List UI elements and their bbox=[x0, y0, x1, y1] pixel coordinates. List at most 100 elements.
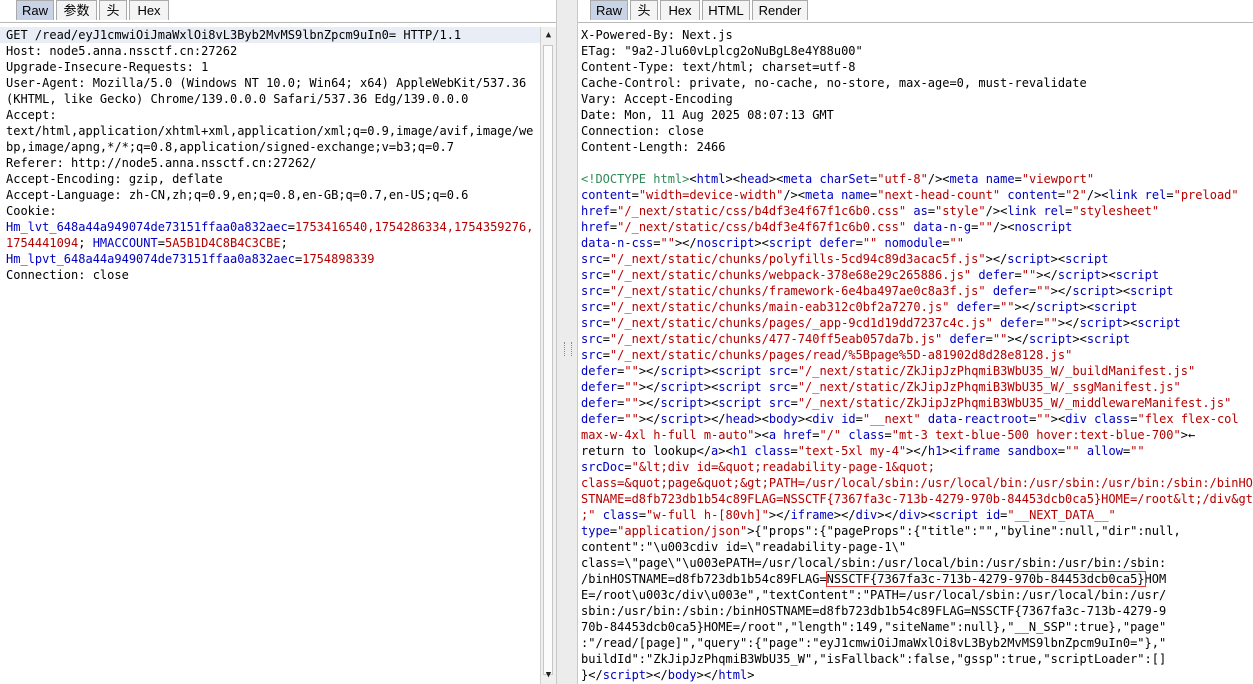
response-token: ></ bbox=[1036, 268, 1058, 282]
response-token: = bbox=[790, 396, 798, 410]
response-line: :"/read/[page]","query":{"page":"eyJ1cmw… bbox=[581, 635, 1166, 651]
response-token: />< bbox=[927, 172, 950, 186]
response-token: "__NEXT_DATA__" bbox=[1007, 508, 1116, 522]
response-token: src bbox=[768, 396, 791, 410]
request-line: Host: node5.anna.nssctf.cn:27262 bbox=[6, 43, 237, 59]
response-line: data-n-css=""></noscript><script defer="… bbox=[581, 235, 964, 251]
response-token: class bbox=[754, 444, 791, 458]
response-token: ></ bbox=[646, 668, 668, 682]
request-tab-params[interactable]: 参数 bbox=[56, 0, 97, 20]
response-token: script bbox=[660, 396, 704, 410]
response-token: "/_next/static/ZkJipJzPhqmiB3WbU35_W/_mi… bbox=[797, 396, 1232, 410]
response-token: "" bbox=[978, 220, 993, 234]
response-token: "style" bbox=[935, 204, 986, 218]
response-line: defer=""></script></head><body><div id="… bbox=[581, 411, 1239, 427]
response-tab-render[interactable]: Render bbox=[752, 0, 808, 20]
response-token: "/" bbox=[819, 428, 842, 442]
response-line: src="/_next/static/chunks/pages/read/%5B… bbox=[581, 347, 1072, 363]
response-token: "" bbox=[1036, 284, 1051, 298]
response-token: >< bbox=[1122, 316, 1138, 330]
response-token: class bbox=[602, 508, 639, 522]
response-token: data-reactroot bbox=[927, 412, 1030, 426]
response-line: href="/_next/static/css/b4df3e4f67f1c6b0… bbox=[581, 219, 1072, 235]
response-token: = bbox=[602, 268, 610, 282]
response-token: href bbox=[581, 220, 610, 234]
response-tab-bar: Raw 头 Hex HTML Render bbox=[578, 0, 1253, 23]
response-token: "/_next/static/chunks/webpack-378e68e29c… bbox=[609, 268, 972, 282]
response-editor[interactable]: X-Powered-By: Next.js ETag: "9a2-Jlu60vLp… bbox=[578, 27, 1253, 684]
request-token: = bbox=[157, 236, 165, 250]
pane-splitter[interactable] bbox=[556, 0, 578, 684]
response-token: ></ bbox=[1057, 316, 1080, 330]
response-token: Content-Type: text/html; charset=utf-8 bbox=[581, 60, 856, 74]
request-tab-headers[interactable]: 头 bbox=[99, 0, 127, 20]
response-line: class=\"page\"\u003ePATH=/usr/local/sbin… bbox=[581, 555, 1166, 571]
response-token: ></ bbox=[703, 412, 726, 426]
response-tab-html[interactable]: HTML bbox=[702, 0, 750, 20]
response-token bbox=[1137, 188, 1144, 202]
request-token: Upgrade-Insecure-Requests: 1 bbox=[6, 60, 209, 74]
response-token: = bbox=[855, 236, 863, 250]
response-token: defer bbox=[1000, 316, 1037, 330]
response-line: Content-Type: text/html; charset=utf-8 bbox=[581, 59, 856, 75]
response-token: >< bbox=[725, 172, 740, 186]
response-token: defer bbox=[978, 268, 1015, 282]
response-line: type="application/json">{"props":{"pageP… bbox=[581, 523, 1181, 539]
scroll-down-icon[interactable]: ▼ bbox=[541, 668, 556, 683]
response-tab-headers[interactable]: 头 bbox=[630, 0, 658, 20]
request-line: (KHTML, like Gecko) Chrome/139.0.0.0 Saf… bbox=[6, 91, 468, 107]
response-token: >< bbox=[718, 444, 733, 458]
response-token: sandbox bbox=[1007, 444, 1058, 458]
request-token: Accept-Language: zh-CN,zh;q=0.9,en;q=0.8… bbox=[6, 188, 469, 202]
request-token: Cookie: bbox=[6, 204, 57, 218]
scroll-thumb[interactable] bbox=[543, 45, 553, 675]
response-token: srcDoc bbox=[581, 460, 625, 474]
response-token: = bbox=[638, 508, 647, 522]
response-token: html bbox=[718, 668, 748, 682]
request-scrollbar[interactable]: ▲ ▼ bbox=[540, 27, 556, 684]
response-token: "next-head-count" bbox=[877, 188, 1001, 202]
response-token: ></ bbox=[768, 508, 791, 522]
response-token: ></ bbox=[638, 412, 661, 426]
scroll-up-icon[interactable]: ▲ bbox=[541, 28, 556, 43]
response-token: rel bbox=[1043, 204, 1066, 218]
request-line: Upgrade-Insecure-Requests: 1 bbox=[6, 59, 208, 75]
request-tab-hex[interactable]: Hex bbox=[129, 0, 169, 20]
response-token: script bbox=[1065, 252, 1109, 266]
response-token: src bbox=[768, 364, 791, 378]
response-token: "" bbox=[1021, 268, 1037, 282]
response-token: "/_next/static/chunks/pages/read/%5Bpage… bbox=[609, 348, 1073, 362]
response-token: script bbox=[660, 364, 704, 378]
request-token: Hm_lpvt_648a44a949074de73151ffaa0a832aec bbox=[6, 252, 295, 266]
response-token: defer bbox=[581, 412, 618, 426]
splitter-grip-icon[interactable] bbox=[564, 342, 572, 356]
request-token: 1754898339 bbox=[302, 252, 375, 266]
response-line: 70b-84453dcb0ca5}HOME=/root","length":14… bbox=[581, 619, 1166, 635]
response-token: X-Powered-By: Next.js bbox=[581, 28, 733, 42]
response-token: ;" bbox=[581, 508, 596, 522]
response-token: = bbox=[602, 316, 610, 330]
response-token: a bbox=[768, 428, 777, 442]
request-token: Accept-Encoding: gzip, deflate bbox=[6, 172, 223, 186]
response-token: sbin:/usr/bin:/sbin:/binHOSTNAME=d8fb723… bbox=[581, 604, 1167, 618]
response-token bbox=[1080, 444, 1087, 458]
request-tab-raw[interactable]: Raw bbox=[16, 0, 54, 20]
response-token: </ bbox=[588, 668, 603, 682]
response-token: script bbox=[1079, 316, 1123, 330]
response-token: script bbox=[1029, 332, 1073, 346]
response-token: charSet bbox=[819, 172, 871, 186]
response-token: href bbox=[581, 204, 610, 218]
response-token: div bbox=[1065, 412, 1087, 426]
response-tab-raw[interactable]: Raw bbox=[590, 0, 628, 20]
response-token: src bbox=[581, 252, 603, 266]
request-editor[interactable]: GET /read/eyJ1cmwiOiJmaWxlOi8vL3Byb2MvMS… bbox=[0, 27, 540, 684]
response-line: }</script></body></html> bbox=[581, 667, 754, 683]
request-line: Accept-Encoding: gzip, deflate bbox=[6, 171, 223, 187]
response-token: >< bbox=[754, 428, 769, 442]
response-token: "__next" bbox=[862, 412, 921, 426]
response-token: src bbox=[581, 300, 603, 314]
response-token: = bbox=[985, 332, 993, 346]
request-token: Referer: http://node5.anna.nssctf.cn:272… bbox=[6, 156, 317, 170]
response-tab-hex[interactable]: Hex bbox=[660, 0, 700, 20]
response-line: content="width=device-width"/><meta name… bbox=[581, 187, 1239, 203]
